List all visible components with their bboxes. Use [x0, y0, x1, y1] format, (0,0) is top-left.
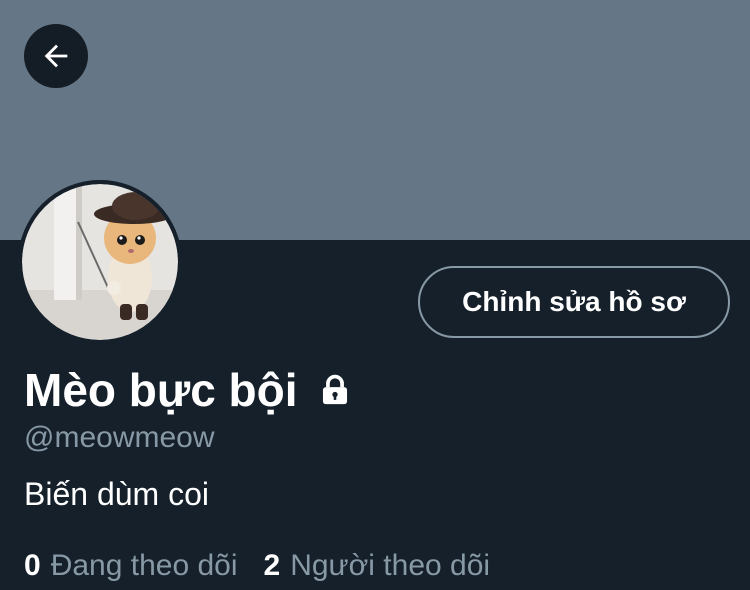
followers-link[interactable]: 2 Người theo dõi — [264, 546, 491, 586]
following-label: Đang theo dõi — [50, 549, 238, 582]
display-name: Mèo bực bội — [24, 364, 298, 416]
profile-bio: Biến dùm coi — [24, 476, 209, 512]
username-handle: @meowmeow — [24, 421, 215, 454]
following-link[interactable]: 0 Đang theo dõi — [24, 546, 238, 586]
display-name-row: Mèo bực bội — [24, 360, 352, 420]
following-count: 0 — [24, 549, 41, 582]
followers-label: Người theo dõi — [290, 549, 491, 582]
avatar-image — [18, 180, 182, 344]
back-button[interactable] — [24, 24, 88, 88]
follow-stats: 0 Đang theo dõi 2 Người theo dõi — [24, 546, 490, 586]
edit-profile-button[interactable]: Chỉnh sửa hồ sơ — [418, 266, 730, 338]
profile-page: Chỉnh sửa hồ sơ Mèo bực bội @meowmeow Bi… — [0, 0, 750, 590]
followers-count: 2 — [263, 549, 281, 582]
lock-icon — [318, 373, 352, 407]
arrow-left-icon — [39, 39, 73, 73]
avatar[interactable] — [18, 180, 182, 344]
